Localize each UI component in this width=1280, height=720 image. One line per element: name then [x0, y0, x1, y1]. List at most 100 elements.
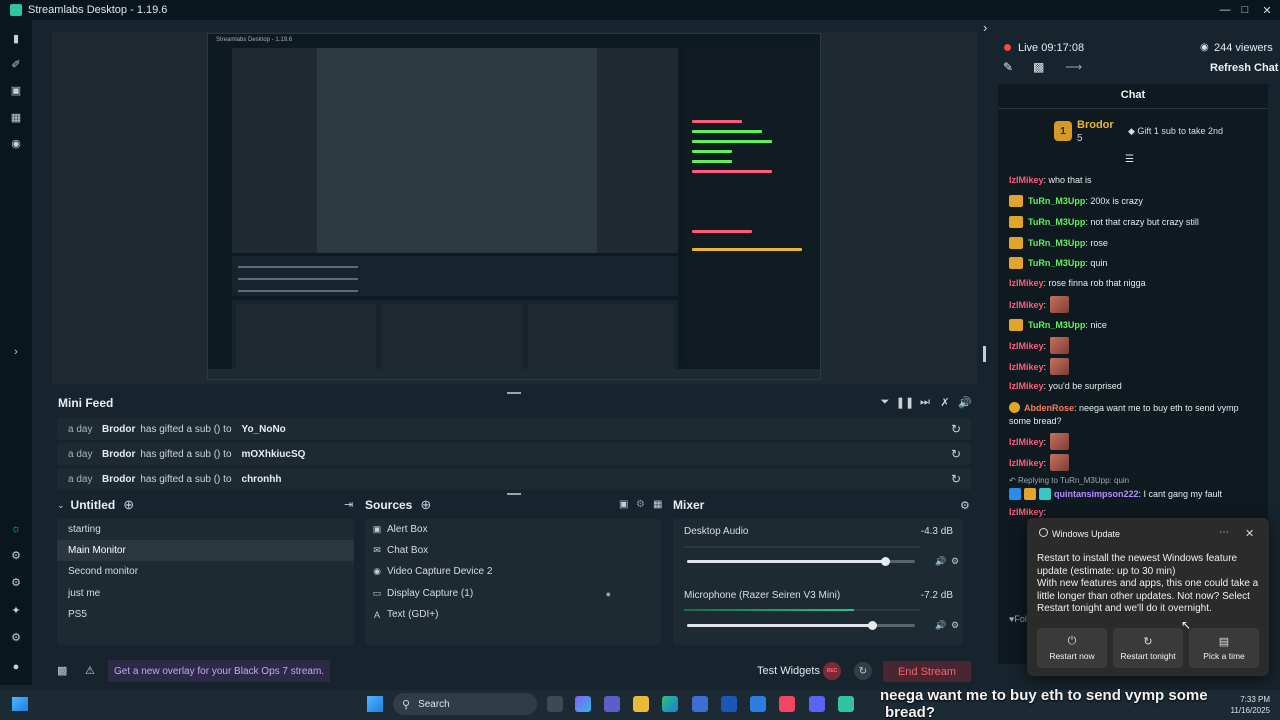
restart-now-button[interactable]: ⏻ Restart now	[1037, 628, 1107, 668]
add-source-icon[interactable]: ⊕	[420, 497, 431, 513]
chat-user[interactable]: IzIMikey	[1009, 458, 1044, 468]
profile-icon[interactable]: ●	[9, 660, 23, 674]
taskbar-search[interactable]: ⚲ Search	[393, 693, 537, 715]
collapse-panel-chevron-icon[interactable]: ›	[983, 20, 987, 35]
scene-item[interactable]: starting	[57, 519, 354, 540]
volume-slider[interactable]	[687, 621, 915, 630]
scene-item-active[interactable]: Main Monitor	[57, 540, 354, 561]
lock-icon[interactable]: ●	[606, 589, 611, 599]
volume-knob[interactable]	[881, 557, 890, 566]
chat-user[interactable]: IzIMikey	[1009, 381, 1044, 391]
replay-alert-icon[interactable]: ↻	[951, 422, 961, 436]
collapse-chevron-icon[interactable]: ⌄	[57, 500, 65, 511]
replay-buffer-button[interactable]: ↻	[854, 662, 872, 680]
replay-alert-icon[interactable]: ↻	[951, 472, 961, 486]
source-item[interactable]: ◉ Video Capture Device 2	[365, 561, 661, 582]
chat-user[interactable]: IzIMikey	[1009, 175, 1044, 185]
record-icon[interactable]: ◉	[9, 136, 23, 150]
copilot-icon[interactable]	[575, 696, 591, 712]
streamlabs-taskbar-icon[interactable]	[838, 696, 854, 712]
end-stream-button[interactable]: End Stream	[883, 661, 971, 682]
chat-user[interactable]: IzIMikey	[1009, 362, 1044, 372]
test-widgets-button[interactable]: Test Widgets	[757, 665, 820, 677]
store-icon[interactable]	[692, 696, 708, 712]
scene-transition-icon[interactable]: ⇥	[344, 498, 353, 511]
speaker-icon[interactable]: 🔊	[935, 620, 946, 631]
record-button[interactable]: REC	[823, 662, 841, 680]
close-icon[interactable]: ✕	[1254, 0, 1280, 20]
volume-slider[interactable]	[687, 557, 915, 566]
window-title: Streamlabs Desktop - 1.19.6	[28, 4, 168, 16]
restart-tonight-button[interactable]: ↻ Restart tonight	[1113, 628, 1183, 668]
pause-icon[interactable]: ❚❚	[896, 395, 914, 409]
widgets-icon[interactable]	[12, 697, 28, 711]
app-icon[interactable]	[750, 696, 766, 712]
refresh-chat-button[interactable]: Refresh Chat	[1210, 62, 1278, 74]
promo-message[interactable]: Get a new overlay for your Black Ops 7 s…	[108, 660, 331, 682]
store-icon[interactable]: ▣	[9, 83, 23, 97]
expand-chevron-icon[interactable]: ›	[9, 345, 23, 359]
skip-icon[interactable]: ⏭	[919, 395, 931, 409]
integration-icon[interactable]: ⚙	[9, 575, 23, 589]
toast-close-icon[interactable]: ✕	[1245, 527, 1254, 540]
chat-user[interactable]: IzIMikey	[1009, 278, 1044, 288]
dock-splitter[interactable]	[507, 493, 521, 495]
effects-icon[interactable]: ✦	[9, 603, 23, 617]
chat-user[interactable]: AbdenRose	[1024, 403, 1074, 413]
start-button-icon[interactable]	[367, 696, 383, 712]
stream-info-icon[interactable]: ▩	[1033, 60, 1044, 74]
source-settings-icon[interactable]: ⚙	[636, 499, 645, 510]
chat-user[interactable]: TuRn_M3Upp	[1028, 217, 1085, 227]
music-icon[interactable]	[779, 696, 795, 712]
chat-user[interactable]: IzIMikey	[1009, 341, 1044, 351]
chat-user[interactable]: TuRn_M3Upp	[1028, 258, 1085, 268]
source-group-icon[interactable]: ▣	[619, 499, 628, 510]
edge-icon[interactable]	[662, 696, 678, 712]
chat-user[interactable]: TuRn_M3Upp	[1028, 238, 1085, 248]
editor-icon[interactable]: ▮	[9, 31, 23, 45]
mixer-settings-icon[interactable]: ⚙	[960, 499, 970, 512]
volume-icon[interactable]: 🔊	[958, 395, 972, 409]
chat-user[interactable]: TuRn_M3Upp	[1028, 320, 1085, 330]
discord-icon[interactable]	[809, 696, 825, 712]
chat-user[interactable]: quintansimpson222	[1054, 489, 1139, 499]
remove-source-icon[interactable]: ▦	[653, 499, 662, 510]
channel-settings-icon[interactable]: ⚙	[951, 556, 959, 567]
channel-settings-icon[interactable]: ⚙	[951, 620, 959, 631]
source-item[interactable]: ✉ Chat Box	[365, 540, 661, 561]
scene-item[interactable]: just me	[57, 583, 354, 604]
settings-icon[interactable]: ⚙	[9, 630, 23, 644]
more-options-icon[interactable]: ⋯	[1219, 527, 1229, 538]
source-item[interactable]: ▭ Display Capture (1) ●	[365, 583, 661, 604]
edit-pencil-icon[interactable]: ✎	[1003, 60, 1013, 74]
tools-icon[interactable]: ⚙	[9, 548, 23, 562]
layout-icon[interactable]: ▦	[9, 110, 23, 124]
chat-user[interactable]: TuRn_M3Upp	[1028, 196, 1085, 206]
source-item[interactable]: A Text (GDI+)	[365, 604, 661, 625]
panel-resize-handle[interactable]	[983, 346, 986, 362]
task-view-icon[interactable]	[547, 696, 563, 712]
studio-mode-icon[interactable]: ☼	[9, 522, 23, 536]
performance-stats-icon[interactable]: ▩	[57, 664, 67, 677]
source-item[interactable]: ▣ Alert Box	[365, 519, 661, 540]
chat-user[interactable]: IzIMikey	[1009, 507, 1044, 517]
share-icon[interactable]: ⟶	[1065, 60, 1082, 74]
mute-alerts-icon[interactable]: ✗	[939, 395, 951, 409]
replay-alert-icon[interactable]: ↻	[951, 447, 961, 461]
alert-triangle-icon[interactable]: ⚠	[85, 664, 95, 677]
add-scene-collection-icon[interactable]: ⊕	[123, 497, 134, 513]
volume-knob[interactable]	[868, 621, 877, 630]
themes-icon[interactable]: ✐	[9, 57, 23, 71]
pick-a-time-button[interactable]: ▤ Pick a time	[1189, 628, 1259, 668]
scene-item[interactable]: Second monitor	[57, 561, 354, 582]
chat-user[interactable]: IzIMikey	[1009, 300, 1044, 310]
teams-icon[interactable]	[604, 696, 620, 712]
file-explorer-icon[interactable]	[633, 696, 649, 712]
speaker-icon[interactable]: 🔊	[935, 556, 946, 567]
scene-item[interactable]: PS5	[57, 604, 354, 625]
chat-user[interactable]: IzIMikey	[1009, 437, 1044, 447]
system-clock[interactable]: 7:33 PM 11/16/2025	[1228, 694, 1270, 716]
filter-icon[interactable]: ⏷	[879, 395, 891, 409]
expand-list-icon[interactable]: ☰	[1125, 154, 1134, 165]
launcher-icon[interactable]	[721, 696, 737, 712]
